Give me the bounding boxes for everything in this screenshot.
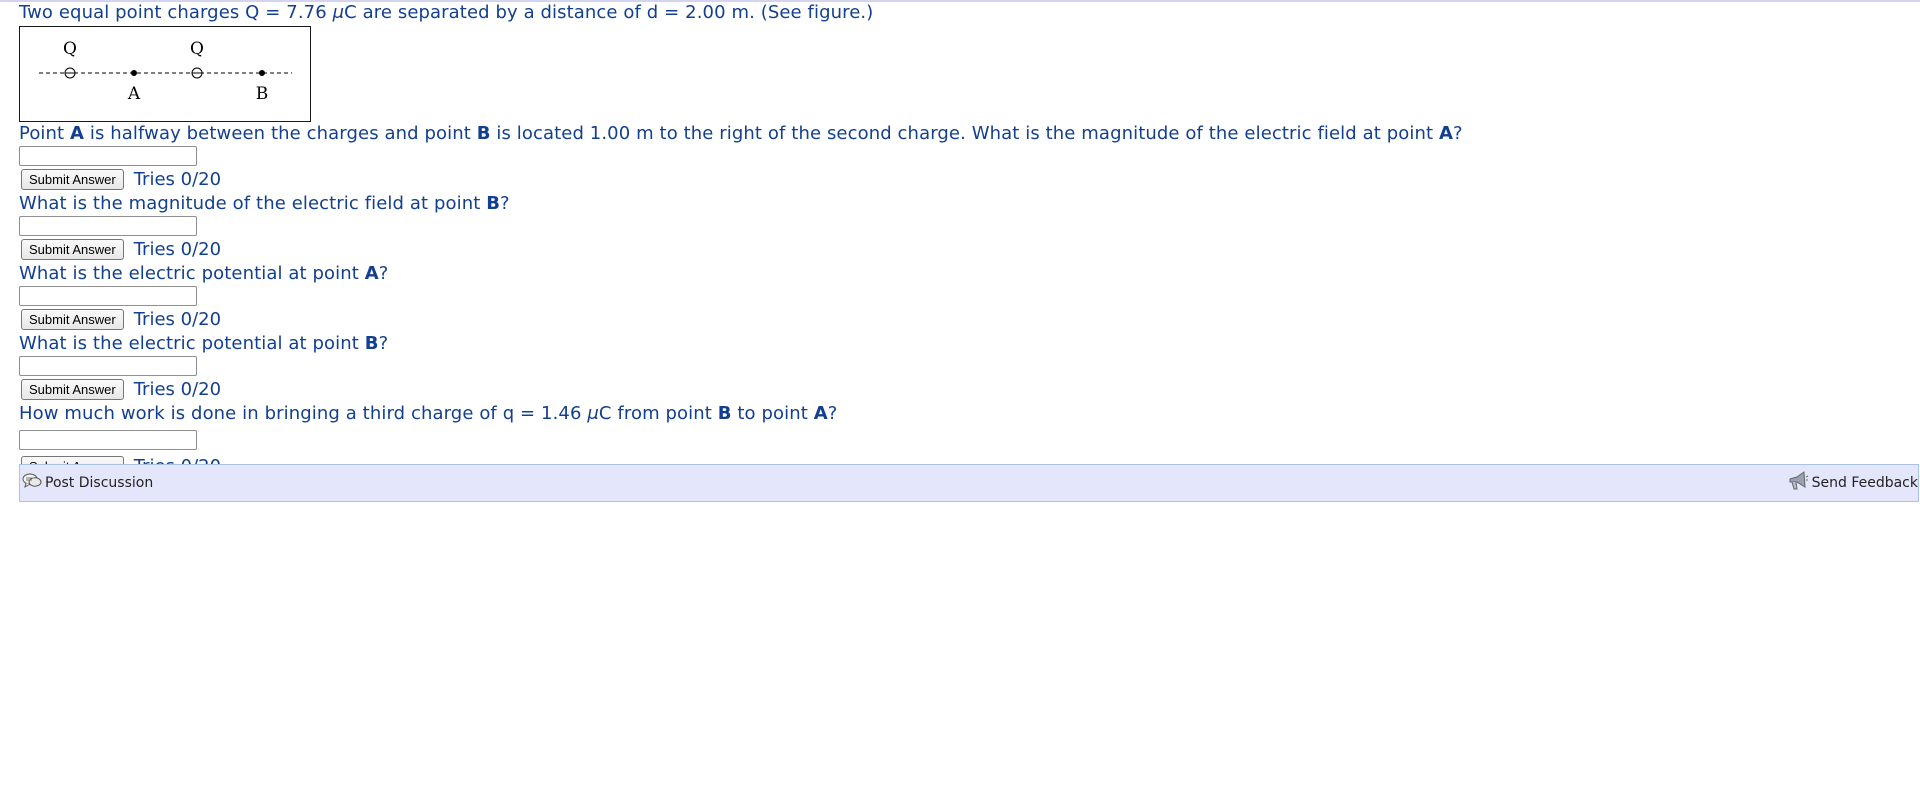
submit-row-3: Submit Answer Tries 0/20 bbox=[19, 306, 1919, 332]
tries-counter-3: Tries 0/20 bbox=[133, 308, 222, 330]
point-label-a: A bbox=[127, 84, 141, 104]
megaphone-icon bbox=[1787, 470, 1809, 496]
q2-bold-b: B bbox=[486, 193, 501, 214]
q3-bold-a: A bbox=[364, 263, 379, 284]
q1-text-part: is located 1.00 m to the right of the se… bbox=[490, 123, 1439, 144]
q4-text-part: What is the electric potential at point bbox=[19, 333, 365, 354]
discussion-bar: Post Discussion Send Feedback bbox=[19, 464, 1919, 502]
q2-text-part: What is the magnitude of the electric fi… bbox=[19, 193, 487, 214]
charges-diagram: Q Q A B bbox=[39, 39, 292, 104]
problem-intro: Two equal point charges Q = 7.76 μC are … bbox=[19, 1, 1919, 25]
q3-text-part: What is the electric potential at point bbox=[19, 263, 365, 284]
speech-bubbles-icon bbox=[22, 472, 42, 494]
q5-text-part: to point bbox=[731, 403, 814, 424]
submit-answer-button-1[interactable]: Submit Answer bbox=[21, 168, 124, 190]
submit-answer-button-4[interactable]: Submit Answer bbox=[21, 378, 124, 400]
point-b-dot bbox=[259, 70, 265, 76]
question-1: Point A is halfway between the charges a… bbox=[19, 122, 1919, 192]
point-label-b: B bbox=[256, 84, 269, 104]
charge-label-q2: Q bbox=[190, 39, 204, 59]
q3-text-end: ? bbox=[378, 263, 389, 284]
q4-text-end: ? bbox=[378, 333, 389, 354]
q5-text-end: ? bbox=[827, 403, 838, 424]
question-5-text: How much work is done in bringing a thir… bbox=[19, 402, 1919, 426]
tries-counter-4: Tries 0/20 bbox=[133, 378, 222, 400]
q5-text-part: C from point bbox=[598, 403, 718, 424]
q1-text-part: is halfway between the charges and point bbox=[84, 123, 477, 144]
question-2-text: What is the magnitude of the electric fi… bbox=[19, 192, 1919, 216]
post-discussion-link[interactable]: Post Discussion bbox=[22, 472, 153, 494]
question-3: What is the electric potential at point … bbox=[19, 262, 1919, 332]
submit-row-2: Submit Answer Tries 0/20 bbox=[19, 236, 1919, 262]
answer-input-4[interactable] bbox=[19, 356, 197, 376]
mu-symbol: μ bbox=[332, 2, 345, 23]
submit-answer-button-2[interactable]: Submit Answer bbox=[21, 238, 124, 260]
answer-input-2[interactable] bbox=[19, 216, 197, 236]
send-feedback-label: Send Feedback bbox=[1811, 475, 1918, 491]
q5-bold-b: B bbox=[717, 403, 732, 424]
intro-text-2: C are separated by a distance of d = 2.0… bbox=[344, 2, 874, 23]
point-a-dot bbox=[131, 70, 137, 76]
q1-text-part: Point bbox=[19, 123, 71, 144]
q5-mu-symbol: μ bbox=[587, 403, 599, 424]
send-feedback-link[interactable]: Send Feedback bbox=[1787, 470, 1918, 496]
q5-text-part: How much work is done in bringing a thir… bbox=[19, 403, 588, 424]
tries-counter-2: Tries 0/20 bbox=[133, 238, 222, 260]
submit-row-4: Submit Answer Tries 0/20 bbox=[19, 376, 1919, 402]
intro-text-1: Two equal point charges Q = 7.76 bbox=[19, 2, 333, 23]
question-1-text: Point A is halfway between the charges a… bbox=[19, 122, 1919, 146]
question-3-text: What is the electric potential at point … bbox=[19, 262, 1919, 286]
question-4: What is the electric potential at point … bbox=[19, 332, 1919, 402]
q4-bold-b: B bbox=[364, 333, 379, 354]
answer-input-1[interactable] bbox=[19, 146, 197, 166]
post-discussion-label: Post Discussion bbox=[45, 475, 154, 491]
q2-text-end: ? bbox=[500, 193, 510, 214]
answer-input-5[interactable] bbox=[19, 430, 197, 450]
tries-counter-1: Tries 0/20 bbox=[133, 168, 222, 190]
answer-input-3[interactable] bbox=[19, 286, 197, 306]
q1-bold-a2: A bbox=[1438, 123, 1453, 144]
charges-figure: Q Q A B bbox=[19, 26, 311, 122]
q1-text-end: ? bbox=[1452, 123, 1463, 144]
charge-label-q1: Q bbox=[63, 39, 77, 59]
q5-bold-a: A bbox=[813, 403, 828, 424]
submit-answer-button-3[interactable]: Submit Answer bbox=[21, 308, 124, 330]
q1-bold-b: B bbox=[476, 123, 491, 144]
q1-bold-a: A bbox=[70, 123, 85, 144]
problem-container: Two equal point charges Q = 7.76 μC are … bbox=[19, 0, 1919, 479]
submit-row-1: Submit Answer Tries 0/20 bbox=[19, 166, 1919, 192]
question-2: What is the magnitude of the electric fi… bbox=[19, 192, 1919, 262]
question-4-text: What is the electric potential at point … bbox=[19, 332, 1919, 356]
